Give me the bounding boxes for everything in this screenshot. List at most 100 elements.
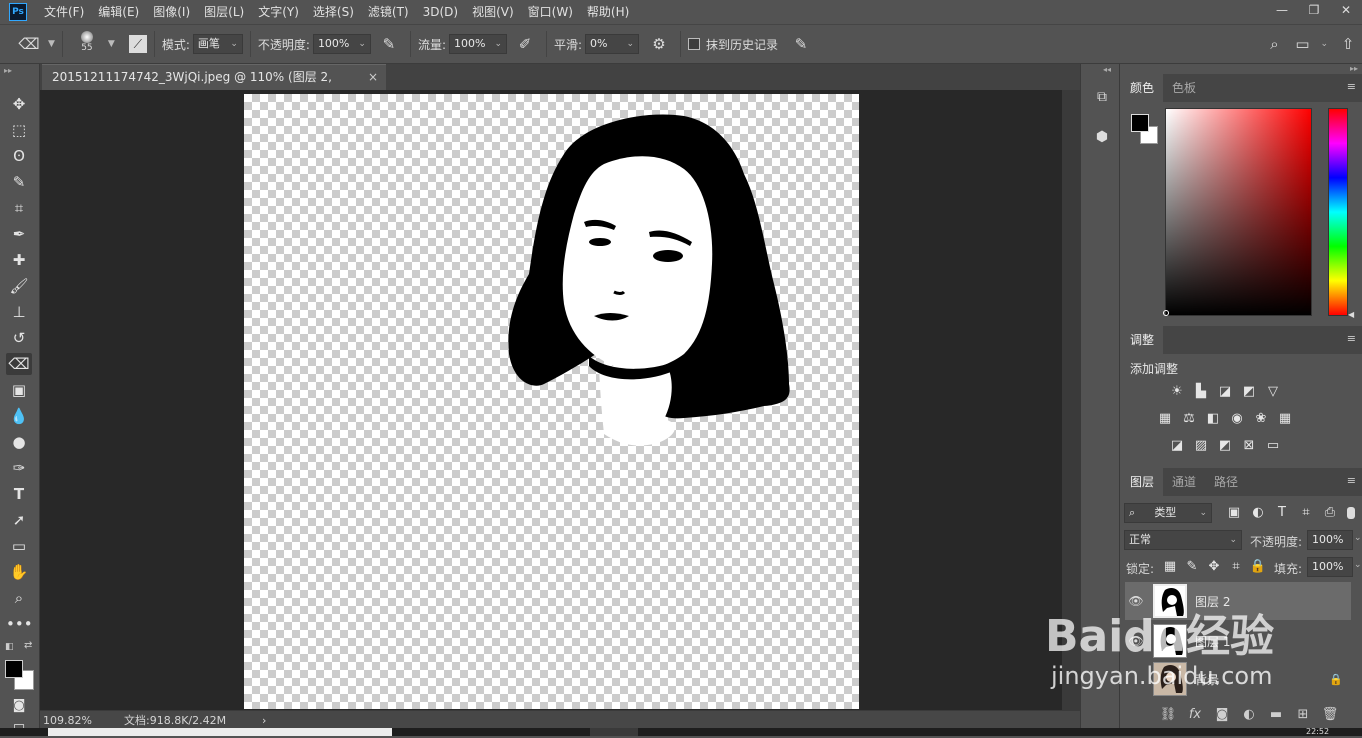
search-icon[interactable]: ⌕ (1260, 35, 1288, 53)
color-balance-icon[interactable]: ⚖ (1180, 410, 1198, 428)
eraser-preset-icon[interactable]: ⌫ (14, 35, 44, 53)
menu-image[interactable]: 图像(I) (146, 0, 197, 24)
brush-tool-icon[interactable]: 🖌 (6, 275, 32, 297)
new-layer-icon[interactable]: ⊞ (1293, 707, 1313, 725)
default-colors-icon[interactable]: ◧ (5, 642, 14, 652)
shape-tool-icon[interactable]: ▭ (6, 535, 32, 557)
chevron-down-icon[interactable]: ⌄ (1354, 560, 1362, 570)
history-panel-icon[interactable]: ⧉ (1091, 86, 1113, 108)
healing-brush-tool-icon[interactable]: ✚ (6, 249, 32, 271)
history-brush-tool-icon[interactable]: ↺ (6, 327, 32, 349)
hue-saturation-icon[interactable]: ▦ (1156, 410, 1174, 428)
crop-tool-icon[interactable]: ⌗ (6, 197, 32, 219)
erase-to-history-checkbox[interactable] (688, 38, 701, 50)
posterize-icon[interactable]: ▨ (1192, 437, 1210, 455)
brush-picker[interactable]: 55 (70, 28, 104, 60)
levels-icon[interactable]: ▙ (1192, 383, 1210, 401)
adjustment-icon[interactable]: ◐ (1239, 707, 1259, 725)
pressure-opacity-icon[interactable]: ✎ (375, 35, 403, 53)
filter-toggle[interactable] (1347, 507, 1355, 519)
layer-opacity-input[interactable]: 100% (1307, 530, 1353, 550)
gradient-map-icon[interactable]: ▭ (1264, 437, 1282, 455)
type-tool-icon[interactable]: T (6, 483, 32, 505)
fill-input[interactable]: 100% (1307, 557, 1353, 577)
minimize-button[interactable]: — (1266, 0, 1298, 22)
eyedropper-tool-icon[interactable]: ✒ (6, 223, 32, 245)
collapse-icon[interactable]: ▸▸ (4, 66, 12, 75)
hand-tool-icon[interactable]: ✋ (6, 561, 32, 583)
collapse-icon[interactable]: ◂◂ (1103, 65, 1111, 74)
path-select-tool-icon[interactable]: ➚ (6, 509, 32, 531)
tab-color[interactable]: 颜色 (1121, 74, 1164, 102)
layer-name[interactable]: 图层 2 (1195, 593, 1230, 610)
menu-view[interactable]: 视图(V) (465, 0, 521, 24)
lock-transparency-icon[interactable]: ▦ (1161, 558, 1179, 576)
tab-paths[interactable]: 路径 (1205, 468, 1247, 496)
chevron-down-icon[interactable]: ⌄ (1354, 533, 1362, 543)
mask-icon[interactable]: ◙ (1212, 707, 1232, 725)
color-picker-marker[interactable] (1163, 310, 1169, 316)
restore-button[interactable]: ❐ (1298, 0, 1330, 22)
lock-pixels-icon[interactable]: ✎ (1183, 558, 1201, 576)
chevron-down-icon[interactable]: ⌄ (1320, 39, 1328, 49)
hue-marker[interactable]: ◀ (1348, 310, 1354, 319)
swap-colors-icon[interactable]: ⇄ (24, 640, 32, 651)
visibility-eye-icon[interactable]: 👁 (1125, 594, 1147, 608)
panel-menu-icon[interactable]: ≡ (1347, 474, 1356, 487)
collapse-icon[interactable]: ▸▸ (1350, 64, 1358, 73)
quick-select-tool-icon[interactable]: ✎ (6, 171, 32, 193)
curves-icon[interactable]: ◪ (1216, 383, 1234, 401)
smoothing-input[interactable]: 0% ⌄ (585, 34, 640, 54)
foreground-color-swatch[interactable] (5, 660, 23, 678)
color-field[interactable] (1165, 108, 1312, 316)
selective-color-icon[interactable]: ⊠ (1240, 437, 1258, 455)
filter-pixel-icon[interactable]: ▣ (1225, 504, 1243, 522)
layer-name[interactable]: 图层 1 (1195, 633, 1230, 650)
zoom-tool-icon[interactable]: ⌕ (6, 587, 32, 609)
pressure-size-icon[interactable]: ✎ (787, 35, 815, 53)
menu-type[interactable]: 文字(Y) (251, 0, 306, 24)
tab-channels[interactable]: 通道 (1163, 468, 1205, 496)
chevron-down-icon[interactable]: ▼ (108, 39, 115, 49)
brightness-icon[interactable]: ☀ (1168, 383, 1186, 401)
airbrush-icon[interactable]: ✐ (511, 35, 539, 53)
document-tab[interactable]: 20151211174742_3WjQi.jpeg @ 110% (图层 2, … (42, 64, 386, 108)
taskbar-window-preview[interactable] (48, 728, 392, 736)
close-tab-icon[interactable]: × (368, 65, 378, 89)
filter-type-icon[interactable]: T (1273, 504, 1291, 522)
vibrance-icon[interactable]: ▽ (1264, 383, 1282, 401)
link-icon[interactable]: ⛓ (1158, 707, 1178, 725)
tab-adjustments[interactable]: 调整 (1121, 326, 1164, 354)
group-icon[interactable]: ▬ (1266, 707, 1286, 725)
lock-position-icon[interactable]: ✥ (1205, 558, 1223, 576)
photo-filter-icon[interactable]: ◉ (1228, 410, 1246, 428)
close-window-button[interactable]: ✕ (1330, 0, 1362, 22)
black-white-icon[interactable]: ◧ (1204, 410, 1222, 428)
trash-icon[interactable]: 🗑 (1320, 707, 1340, 725)
menu-file[interactable]: 文件(F) (37, 0, 91, 24)
stamp-tool-icon[interactable]: ⊥ (6, 301, 32, 323)
eraser-tool-icon[interactable]: ⌫ (6, 353, 32, 375)
workspace-icon[interactable]: ▭ (1288, 35, 1316, 53)
tab-layers[interactable]: 图层 (1121, 468, 1164, 496)
panel-menu-icon[interactable]: ≡ (1347, 332, 1356, 345)
layer-name[interactable]: 背景 (1195, 671, 1219, 688)
pen-tool-icon[interactable]: ✑ (6, 457, 32, 479)
chevron-down-icon[interactable]: ▼ (48, 39, 55, 49)
panel-menu-icon[interactable]: ≡ (1347, 80, 1356, 93)
vertical-scrollbar[interactable] (1062, 90, 1080, 710)
dodge-tool-icon[interactable]: ● (6, 431, 32, 453)
share-icon[interactable]: ⇧ (1334, 35, 1362, 53)
menu-filter[interactable]: 滤镜(T) (361, 0, 416, 24)
exposure-icon[interactable]: ◩ (1240, 383, 1258, 401)
quick-mask-icon[interactable]: ◙ (6, 695, 32, 717)
layer-row[interactable]: 👁 图层 1 (1125, 622, 1351, 660)
foreground-swatch[interactable] (1131, 114, 1149, 132)
filter-smart-object-icon[interactable]: ⎙ (1321, 504, 1339, 522)
invert-icon[interactable]: ◪ (1168, 437, 1186, 455)
blur-tool-icon[interactable]: 💧 (6, 405, 32, 427)
menu-help[interactable]: 帮助(H) (580, 0, 636, 24)
menu-select[interactable]: 选择(S) (306, 0, 361, 24)
brush-panel-icon[interactable]: ⟋ (128, 35, 147, 53)
blend-mode-select[interactable]: 正常 ⌄ (1124, 530, 1242, 550)
